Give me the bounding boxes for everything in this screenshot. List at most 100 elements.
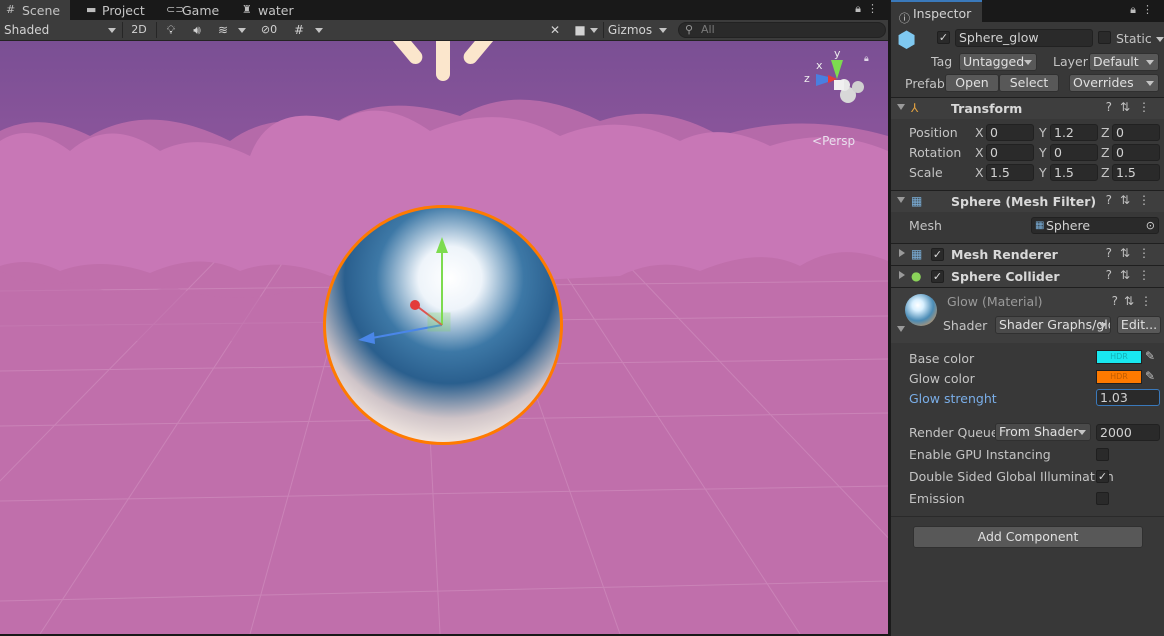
tag-dropdown[interactable]: Untagged	[959, 53, 1037, 71]
gizmos-dropdown[interactable]	[656, 21, 670, 39]
material-header[interactable]: Glow (Material) ?⇅⋮ Shader Shader Graphs…	[891, 287, 1164, 343]
mesh-renderer-enabled-checkbox[interactable]: ✓	[931, 248, 944, 261]
scene-render[interactable]	[0, 41, 888, 634]
preset-icon[interactable]: ⇅	[1120, 100, 1138, 114]
shader-dropdown[interactable]: Shader Graphs/glow	[995, 316, 1111, 334]
tools-button[interactable]: ✕	[544, 21, 566, 39]
static-checkbox[interactable]	[1098, 31, 1111, 44]
add-component-button[interactable]: Add Component	[913, 526, 1143, 548]
prefab-open-button[interactable]: Open	[945, 74, 999, 92]
position-x-field[interactable]: 0	[986, 124, 1034, 141]
scale-y-field[interactable]: 1.5	[1050, 164, 1098, 181]
shader-edit-button[interactable]: Edit...	[1117, 316, 1161, 334]
object-name-field[interactable]: Sphere_glow	[955, 29, 1093, 47]
hidden-objects-toggle[interactable]: ⊘0	[254, 21, 284, 39]
persp-label: Persp	[822, 134, 856, 148]
scale-x-field[interactable]: 1.5	[986, 164, 1034, 181]
sphere-collider-enabled-checkbox[interactable]: ✓	[931, 270, 944, 283]
sphere-collider-header[interactable]: ● ✓ Sphere Collider ?⇅⋮	[891, 265, 1164, 287]
base-color-swatch[interactable]: HDR	[1096, 350, 1142, 364]
gizmos-button[interactable]: Gizmos	[606, 21, 654, 39]
prefab-select-button[interactable]: Select	[999, 74, 1059, 92]
help-icon[interactable]: ?	[1106, 100, 1120, 114]
preset-icon[interactable]: ⇅	[1120, 246, 1138, 260]
object-picker-icon[interactable]: ⊙	[1146, 218, 1155, 233]
toggle-2d-button[interactable]: 2D	[126, 21, 152, 39]
prefab-overrides-dropdown[interactable]: Overrides	[1069, 74, 1159, 92]
preset-icon[interactable]: ⇅	[1120, 268, 1138, 282]
lock-icon[interactable]: 🔒︎	[855, 2, 867, 15]
grid-toggle-button[interactable]: #	[288, 21, 310, 39]
preset-icon[interactable]: ⇅	[1120, 193, 1138, 207]
camera-button[interactable]: ■	[570, 21, 602, 39]
more-menu-icon[interactable]: ⋮	[1138, 100, 1158, 114]
scene-viewport[interactable]: y x z 🔒︎ <Persp	[0, 41, 888, 634]
help-icon[interactable]: ?	[1106, 268, 1120, 282]
glow-color-swatch[interactable]: HDR	[1096, 370, 1142, 384]
emission-checkbox[interactable]	[1096, 492, 1109, 505]
prefab-cube-icon: ⬢	[897, 28, 917, 53]
mesh-renderer-header[interactable]: ▦ ✓ Mesh Renderer ?⇅⋮	[891, 243, 1164, 265]
scale-z-field[interactable]: 1.5	[1112, 164, 1160, 181]
effects-dropdown[interactable]	[236, 21, 248, 39]
position-x-label: X	[975, 125, 984, 140]
help-icon[interactable]: ?	[1106, 193, 1120, 207]
chevron-down-icon	[238, 28, 246, 33]
lighting-toggle-button[interactable]: 💡︎	[160, 21, 182, 39]
more-menu-icon[interactable]: ⋮	[1138, 193, 1158, 207]
lock-icon[interactable]: 🔒︎	[1130, 3, 1142, 16]
rotation-x-field[interactable]: 0	[986, 144, 1034, 161]
layer-dropdown[interactable]: Default	[1089, 53, 1159, 71]
grid-dropdown[interactable]	[312, 21, 326, 39]
more-menu-icon[interactable]: ⋮	[1138, 268, 1158, 282]
more-menu-icon[interactable]: ⋮	[867, 2, 884, 15]
more-menu-icon[interactable]: ⋮	[1140, 294, 1158, 308]
mesh-object-field[interactable]: ▦ Sphere ⊙	[1031, 217, 1159, 234]
tab-scene[interactable]: # Scene	[0, 0, 70, 20]
preset-icon[interactable]: ⇅	[1124, 294, 1140, 308]
glow-strength-label: Glow strenght	[909, 391, 997, 406]
gpu-instancing-checkbox[interactable]	[1096, 448, 1109, 461]
toggle-2d-label: 2D	[131, 23, 147, 36]
help-icon[interactable]: ?	[1112, 294, 1124, 308]
tab-water[interactable]: ♜ water	[236, 0, 300, 20]
effects-toggle-button[interactable]: ≋	[212, 21, 234, 39]
rotation-y-field[interactable]: 0	[1050, 144, 1098, 161]
position-label: Position	[909, 125, 958, 140]
active-checkbox[interactable]: ✓	[937, 31, 950, 44]
eyedropper-icon[interactable]: ✎	[1145, 369, 1155, 383]
rotation-z-field[interactable]: 0	[1112, 144, 1160, 161]
more-menu-icon[interactable]: ⋮	[1138, 246, 1158, 260]
divider	[156, 22, 157, 38]
help-icon[interactable]: ?	[1106, 246, 1120, 260]
tab-game[interactable]: ⊂⊃ Game	[160, 0, 232, 20]
tab-project-label: Project	[102, 3, 145, 18]
scene-toolbar: Shaded 2D 💡︎ 🔊︎ ≋ ⊘0 # ✕ ■ Gizmos ⚲ All	[0, 20, 888, 41]
position-y-field[interactable]: 1.2	[1050, 124, 1098, 141]
eyedropper-icon[interactable]: ✎	[1145, 349, 1155, 363]
scale-z-label: Z	[1101, 165, 1110, 180]
render-queue-field[interactable]: 2000	[1096, 424, 1160, 441]
projection-toggle[interactable]: <Persp	[812, 134, 855, 148]
shading-mode-label: Shaded	[4, 23, 50, 37]
tab-inspector[interactable]: ⓘ Inspector	[891, 0, 982, 25]
position-z-field[interactable]: 0	[1112, 124, 1160, 141]
robot-icon: ♜	[242, 3, 252, 16]
shading-mode-dropdown[interactable]: Shaded	[0, 21, 120, 39]
tab-project[interactable]: ▬ Project	[80, 0, 156, 20]
glow-strength-field[interactable]: 1.03	[1096, 389, 1160, 406]
audio-toggle-button[interactable]: 🔊︎	[186, 21, 208, 39]
scene-search-input[interactable]: ⚲ All	[678, 22, 886, 38]
gizmo-lock-icon[interactable]: 🔒︎	[864, 54, 869, 64]
static-dropdown[interactable]: Static	[1116, 31, 1164, 46]
more-menu-icon[interactable]: ⋮	[1142, 3, 1159, 16]
tab-game-label: Game	[182, 3, 220, 18]
double-sided-gi-checkbox[interactable]: ✓	[1096, 470, 1109, 483]
gamepad-icon: ⊂⊃	[166, 3, 185, 16]
sphere-collider-icon: ●	[911, 269, 922, 283]
render-queue-dropdown[interactable]: From Shader	[995, 423, 1091, 441]
transform-header[interactable]: ⅄ Transform ?⇅⋮	[891, 97, 1164, 119]
mesh-filter-header[interactable]: ▦ Sphere (Mesh Filter) ?⇅⋮	[891, 190, 1164, 212]
transform-icon: ⅄	[911, 101, 919, 115]
scene-tab-bar: # Scene ▬ Project ⊂⊃ Game ♜ water 🔒︎⋮	[0, 0, 888, 20]
